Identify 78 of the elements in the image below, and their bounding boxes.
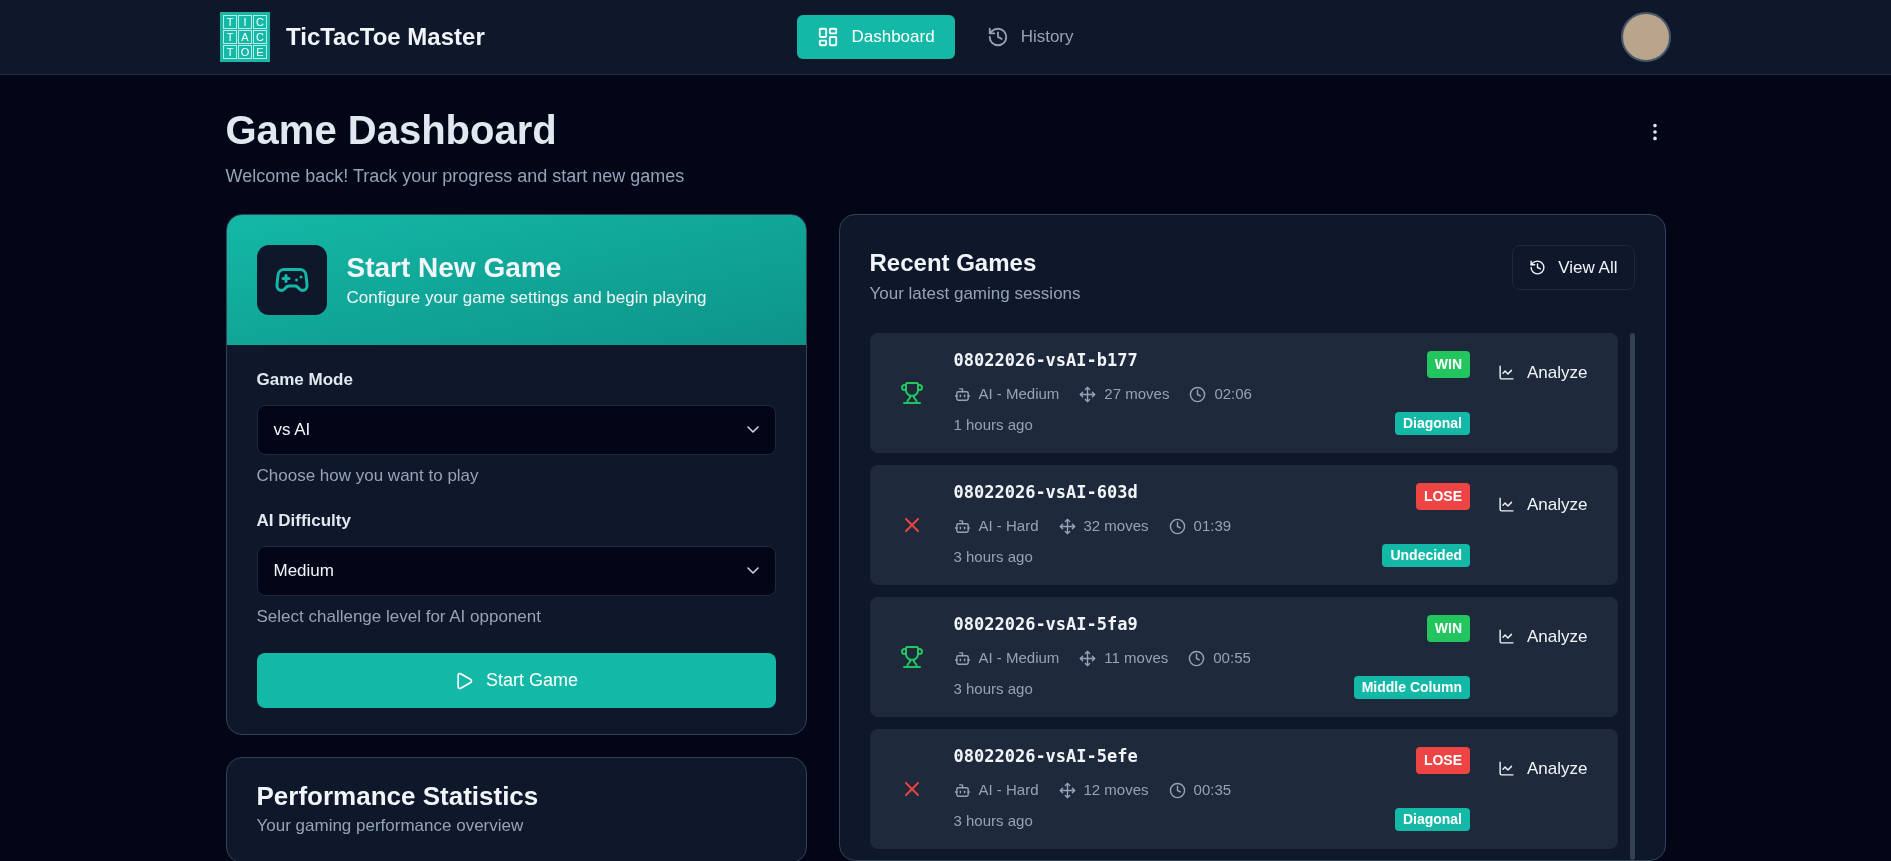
move-count: 27 moves [1104, 383, 1170, 404]
card-title: Performance Statistics [256, 780, 540, 813]
scrollbar[interactable] [1629, 332, 1635, 860]
chart-icon [1498, 760, 1515, 777]
result-badge: LOSE [1415, 746, 1470, 774]
game-id: 08022026-vsAI-5efe [953, 745, 1139, 769]
chart-icon [1498, 628, 1515, 645]
dashboard-icon [817, 26, 840, 48]
robot-icon [953, 649, 971, 667]
move-icon [1058, 781, 1076, 799]
time-ago: 1 hours ago [953, 415, 1034, 436]
move-count: 11 moves [1104, 647, 1169, 668]
card-subtitle: Configure your game settings and begin playing [346, 286, 707, 309]
move-count: 32 moves [1083, 515, 1149, 536]
duration: 01:39 [1193, 515, 1232, 536]
result-badge: WIN [1426, 614, 1470, 642]
game-card[interactable]: 08022026-vsAI-5fa9 AI - Medium 11 moves 00:55 3 hours ago WIN Middle Column Analyze [869, 596, 1618, 717]
duration: 02:06 [1214, 383, 1252, 404]
analyze-button[interactable]: Analyze [1498, 755, 1588, 782]
move-icon [1079, 649, 1097, 667]
field-help: Choose how you want to play [256, 464, 480, 487]
clock-icon [1188, 649, 1206, 667]
analyze-button[interactable]: Analyze [1498, 623, 1588, 650]
opponent: AI - Medium [978, 647, 1060, 668]
chart-icon [1498, 496, 1515, 513]
app-name: TicTacToe Master [286, 22, 485, 52]
chart-icon [1498, 364, 1515, 381]
page-title: Game Dashboard [225, 107, 558, 154]
robot-icon [953, 781, 971, 799]
play-icon [454, 670, 474, 691]
robot-icon [953, 385, 971, 403]
game-card[interactable]: 08022026-vsAI-5efe AI - Hard 12 moves 00:35 3 hours ago LOSE Diagonal Analyze [869, 728, 1618, 849]
card-title: Recent Games [869, 248, 1038, 278]
avatar[interactable] [1621, 12, 1671, 62]
card-title: Start New Game [346, 250, 563, 285]
view-all-button[interactable]: View All [1512, 245, 1635, 290]
time-ago: 3 hours ago [953, 679, 1034, 700]
clock-icon [1168, 517, 1186, 535]
line-tag: Diagonal [1394, 411, 1470, 435]
clock-icon [1189, 385, 1207, 403]
move-icon [1058, 517, 1076, 535]
page-subtitle: Welcome back! Track your progress and start new games [225, 165, 685, 188]
game-card[interactable]: 08022026-vsAI-603d AI - Hard 32 moves 01:39 3 hours ago LOSE Undecided Analyze [869, 464, 1618, 585]
chevron-down-icon [746, 426, 759, 433]
opponent: AI - Medium [978, 383, 1060, 404]
logo: T I C T A C T O E [220, 12, 270, 62]
history-icon [986, 26, 1009, 48]
robot-icon [953, 517, 971, 535]
duration: 00:35 [1193, 779, 1232, 800]
move-icon [1079, 385, 1097, 403]
result-badge: LOSE [1415, 482, 1470, 510]
clock-icon [1168, 781, 1186, 799]
card-subtitle: Your latest gaming sessions [869, 283, 1081, 305]
opponent: AI - Hard [978, 779, 1039, 800]
time-ago: 3 hours ago [953, 547, 1034, 568]
game-id: 08022026-vsAI-5fa9 [953, 613, 1139, 637]
game-id: 08022026-vsAI-b177 [953, 349, 1139, 373]
field-label: Game Mode [256, 369, 354, 391]
analyze-button[interactable]: Analyze [1498, 491, 1588, 518]
opponent: AI - Hard [978, 515, 1039, 536]
line-tag: Diagonal [1394, 807, 1470, 831]
field-label: AI Difficulty [256, 510, 352, 532]
dropdown[interactable]: vs AI [256, 404, 776, 455]
analyze-button[interactable]: Analyze [1498, 359, 1588, 386]
move-count: 12 moves [1083, 779, 1149, 800]
game-card[interactable]: 08022026-vsAI-b177 AI - Medium 27 moves 02:06 1 hours ago WIN Diagonal Analyze [869, 332, 1618, 453]
field-help: Select challenge level for AI opponent [256, 605, 542, 628]
result-badge: WIN [1426, 350, 1470, 378]
dropdown[interactable]: Medium [256, 545, 776, 596]
time-ago: 3 hours ago [953, 811, 1034, 832]
duration: 00:55 [1213, 647, 1251, 668]
chevron-down-icon [746, 567, 759, 574]
card-subtitle: Your gaming performance overview [256, 814, 525, 837]
line-tag: Undecided [1382, 543, 1470, 567]
nav-tab[interactable]: History [966, 15, 1094, 59]
history-icon [1529, 259, 1547, 276]
game-id: 08022026-vsAI-603d [953, 481, 1139, 505]
line-tag: Middle Column [1353, 675, 1470, 699]
